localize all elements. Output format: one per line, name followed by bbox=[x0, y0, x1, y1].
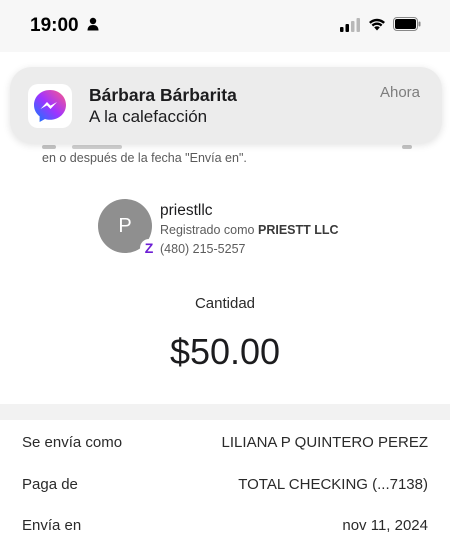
detail-row-pay-from: Paga de TOTAL CHECKING (...7138) bbox=[0, 476, 450, 516]
registered-prefix: Registrado como bbox=[160, 223, 255, 237]
person-icon bbox=[87, 17, 99, 36]
status-bar: 19:00 bbox=[0, 0, 450, 52]
wifi-icon bbox=[368, 17, 386, 36]
notification-time: Ahora bbox=[379, 84, 420, 101]
disclaimer-text: en o después de la fecha "Envía en". bbox=[42, 151, 247, 165]
push-notification[interactable]: Bárbara Bárbarita A la calefacción Ahora bbox=[10, 67, 442, 143]
recipient-name: priestllc bbox=[160, 202, 213, 219]
messenger-icon bbox=[28, 84, 72, 128]
detail-label: Paga de bbox=[22, 476, 78, 493]
registered-name: PRIESTT LLC bbox=[257, 223, 339, 237]
zelle-icon: Z bbox=[140, 239, 158, 257]
detail-row-send-on: Envía en nov 11, 2024 bbox=[0, 517, 450, 557]
cellular-signal-icon bbox=[340, 18, 360, 37]
notification-sender: Bárbara Bárbarita bbox=[89, 85, 237, 105]
detail-value: LILIANA P QUINTERO PEREZ bbox=[221, 434, 428, 451]
recipient-phone: (480) 215-5257 bbox=[160, 242, 246, 256]
amount-value: $50.00 bbox=[169, 331, 281, 372]
status-time: 19:00 bbox=[30, 15, 79, 36]
battery-icon bbox=[393, 17, 421, 36]
recipient-registered: Registrado como PRIESTT LLC bbox=[160, 223, 339, 237]
detail-value: TOTAL CHECKING (...7138) bbox=[238, 476, 428, 493]
detail-value: nov 11, 2024 bbox=[342, 517, 428, 534]
detail-row-sent-as: Se envía como LILIANA P QUINTERO PEREZ bbox=[0, 434, 450, 474]
notification-message: A la calefacción bbox=[89, 107, 208, 126]
section-divider bbox=[0, 404, 450, 420]
amount-label: Cantidad bbox=[194, 295, 256, 312]
detail-label: Se envía como bbox=[22, 434, 123, 451]
detail-label: Envía en bbox=[22, 517, 82, 534]
